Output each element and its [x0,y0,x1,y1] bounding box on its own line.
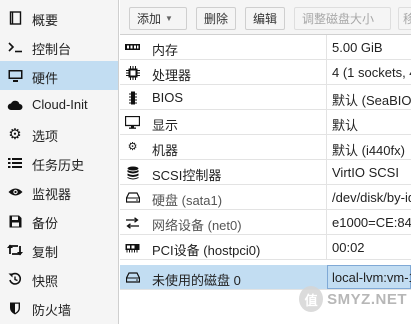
edit-button[interactable]: 编辑 [245,7,285,30]
move-disk-button[interactable]: 移 [398,7,411,30]
monitor-icon [7,68,23,84]
terminal-icon [7,39,23,55]
sidebar-item-label: 概要 [32,13,59,28]
column-divider [326,210,327,234]
floppy-icon [7,213,23,229]
column-divider [326,235,327,259]
sidebar-item-console[interactable]: 控制台 [0,32,118,61]
sidebar-item-label: 任务历史 [32,158,85,173]
sidebar-item-cloud-init[interactable]: Cloud-Init [0,90,118,119]
hardware-toolbar: 添加 ▼ 删除 编辑 调整磁盘大小 移 [120,0,411,35]
book-icon [7,10,23,26]
column-divider [326,85,327,109]
sidebar-item-summary[interactable]: 概要 [0,3,118,32]
resize-disk-button-label: 调整磁盘大小 [302,12,375,26]
table-row[interactable]: ⚙ 机器 默认 (i440fx) [120,135,411,160]
hdd-icon [125,270,140,285]
table-row[interactable]: BIOS 默认 (SeaBIOS [120,85,411,110]
table-row[interactable]: 显示 默认 [120,110,411,135]
edit-button-label: 编辑 [253,12,278,26]
network-icon [125,215,140,230]
table-row[interactable]: SCSI控制器 VirtIO SCSI [120,160,411,185]
sidebar-item-task-history[interactable]: 任务历史 [0,148,118,177]
row-name: 内存 [152,43,179,58]
sidebar-item-monitor[interactable]: 监视器 [0,177,118,206]
column-divider [326,35,327,59]
column-divider [326,185,327,209]
sidebar-item-label: Cloud-Init [32,97,88,112]
row-name: BIOS [152,90,184,105]
row-value: VirtIO SCSI [332,165,399,180]
sidebar-item-label: 防火墙 [32,303,72,318]
add-button[interactable]: 添加 ▼ [129,7,187,30]
history-icon [7,271,23,287]
watermark-badge: 值 [299,286,324,312]
display-icon [125,115,140,130]
row-name: 机器 [152,143,179,158]
sidebar-item-options[interactable]: ⚙ 选项 [0,119,118,148]
memory-icon [125,40,140,55]
sidebar-item-hardware[interactable]: 硬件 [0,61,118,90]
table-row[interactable]: 处理器 4 (1 sockets, 4 [120,60,411,85]
sidebar-item-label: 快照 [32,274,59,289]
sidebar-item-replication[interactable]: 复制 [0,235,118,264]
row-value: 4 (1 sockets, 4 [332,65,411,80]
row-value: 默认 [332,118,359,133]
sidebar-item-label: 硬件 [32,71,59,86]
hdd-icon [125,190,140,205]
sidebar-item-backup[interactable]: 备份 [0,206,118,235]
column-divider [326,135,327,159]
watermark-text: SMYZ.NET [327,290,407,308]
resize-disk-button[interactable]: 调整磁盘大小 [294,7,391,30]
table-row[interactable]: 硬盘 (sata1) /dev/disk/by-id [120,185,411,210]
row-name: 显示 [152,118,179,133]
row-name: 网络设备 (net0) [152,218,242,233]
sidebar-item-snapshot[interactable]: 快照 [0,264,118,293]
row-name: SCSI控制器 [152,168,222,183]
column-divider [326,110,327,134]
sidebar-item-label: 备份 [32,216,59,231]
table-row[interactable]: PCI设备 (hostpci0) 00:02 [120,235,411,260]
bios-icon [125,90,140,105]
row-name: 未使用的磁盘 0 [152,273,241,288]
database-icon [125,165,140,180]
row-name: 硬盘 (sata1) [152,193,223,208]
gear-icon: ⚙ [8,125,22,143]
row-name: PCI设备 (hostpci0) [152,243,261,258]
cpu-icon [125,65,140,80]
cogs-icon: ⚙ [127,141,138,153]
retweet-icon [7,242,23,258]
sidebar-item-label: 复制 [32,245,59,260]
cloud-icon [7,97,23,113]
row-value: e1000=CE:84: [332,215,411,230]
column-divider [326,160,327,184]
table-row[interactable]: 网络设备 (net0) e1000=CE:84: [120,210,411,235]
remove-button-label: 删除 [204,12,229,26]
row-value: 5.00 GiB [332,40,383,55]
sidebar-item-firewall[interactable]: 防火墙 [0,293,118,322]
row-name: 处理器 [152,68,192,83]
shield-icon [7,300,23,316]
table-row[interactable]: 内存 5.00 GiB [120,35,411,60]
column-divider [326,60,327,84]
row-value: 00:02 [332,240,365,255]
row-value: 默认 (i440fx) [332,143,405,158]
sidebar-item-label: 控制台 [32,42,72,57]
sidebar: 概要 控制台 硬件 Cloud-Init ⚙ 选项 任务历史 监视器 备份 复制… [0,0,119,324]
pci-icon [125,240,140,255]
sidebar-item-label: 选项 [32,129,59,144]
move-disk-button-label: 移 [403,12,411,26]
eye-icon [7,184,23,200]
remove-button[interactable]: 删除 [196,7,236,30]
list-icon [7,155,23,171]
add-button-label: 添加 [137,12,162,26]
chevron-down-icon: ▼ [165,14,173,23]
hardware-table: 内存 5.00 GiB 处理器 4 (1 sockets, 4 BIOS 默认 … [120,35,411,324]
sidebar-item-label: 监视器 [32,187,72,202]
row-value: /dev/disk/by-id [332,190,411,205]
watermark: 值 SMYZ.NET [299,282,407,316]
row-value: 默认 (SeaBIOS [332,93,411,108]
